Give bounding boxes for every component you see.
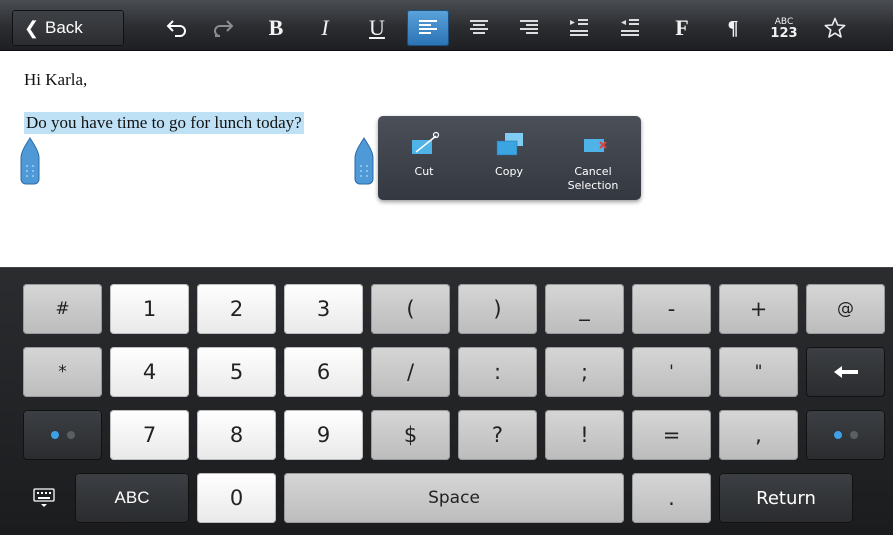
- key-3[interactable]: 3: [284, 284, 363, 334]
- align-center-button[interactable]: [458, 10, 500, 46]
- copy-button[interactable]: Copy: [469, 116, 549, 200]
- page-toggle-left-key[interactable]: [23, 410, 102, 460]
- abc-key[interactable]: ABC: [75, 473, 189, 523]
- cancel-selection-button[interactable]: Cancel Selection: [553, 116, 633, 200]
- key-exclamation[interactable]: !: [545, 410, 624, 460]
- cut-label: Cut: [414, 165, 434, 178]
- indent-button[interactable]: [558, 10, 600, 46]
- align-left-icon: [419, 20, 437, 34]
- undo-icon: [166, 20, 186, 37]
- space-key[interactable]: Space: [284, 473, 624, 523]
- outdent-button[interactable]: [609, 10, 651, 46]
- italic-button[interactable]: I: [304, 10, 346, 46]
- align-right-button[interactable]: [508, 10, 550, 46]
- key-hash[interactable]: #: [23, 284, 102, 334]
- page-toggle-right-key[interactable]: [806, 410, 885, 460]
- keyboard-icon: [33, 488, 55, 507]
- key-asterisk[interactable]: *: [23, 347, 102, 397]
- num-label: 123: [770, 26, 798, 41]
- outdent-icon: [621, 19, 639, 36]
- key-apostrophe[interactable]: ': [632, 347, 711, 397]
- keyboard-hide-key[interactable]: [23, 473, 65, 523]
- key-9[interactable]: 9: [284, 410, 363, 460]
- return-key[interactable]: Return: [719, 473, 853, 523]
- key-dollar[interactable]: $: [371, 410, 450, 460]
- star-icon: [824, 17, 846, 38]
- selected-text[interactable]: Do you have time to go for lunch today?: [24, 112, 304, 134]
- selection-end-handle[interactable]: [351, 136, 377, 186]
- key-5[interactable]: 5: [197, 347, 276, 397]
- key-open-paren[interactable]: (: [371, 284, 450, 334]
- align-right-icon: [520, 20, 538, 34]
- bold-button[interactable]: B: [255, 10, 297, 46]
- paragraph-label: ¶: [727, 16, 739, 39]
- greeting-text: Hi Karla,: [24, 70, 88, 89]
- page-indicator-dots: [50, 431, 75, 439]
- cancel-selection-icon: [584, 139, 607, 152]
- key-comma[interactable]: ,: [719, 410, 798, 460]
- key-period[interactable]: .: [632, 473, 711, 523]
- indent-icon: [570, 19, 588, 36]
- back-button[interactable]: ❮ Back: [12, 10, 124, 46]
- key-4[interactable]: 4: [110, 347, 189, 397]
- backspace-arrow-icon: [833, 366, 858, 378]
- backspace-key[interactable]: [806, 347, 885, 397]
- key-semicolon[interactable]: ;: [545, 347, 624, 397]
- key-2[interactable]: 2: [197, 284, 276, 334]
- cut-icon: [412, 131, 440, 154]
- align-left-button[interactable]: [407, 10, 449, 46]
- underline-label: U: [369, 15, 385, 40]
- key-1[interactable]: 1: [110, 284, 189, 334]
- key-close-paren[interactable]: ): [458, 284, 537, 334]
- key-8[interactable]: 8: [197, 410, 276, 460]
- on-screen-keyboard: # 1 2 3 ( ) _ - + @ * 4 5 6 / : ; ' " 7 …: [0, 267, 893, 535]
- font-button[interactable]: F: [661, 10, 703, 46]
- key-plus[interactable]: +: [719, 284, 798, 334]
- key-colon[interactable]: :: [458, 347, 537, 397]
- key-equals[interactable]: =: [632, 410, 711, 460]
- key-underscore[interactable]: _: [545, 284, 624, 334]
- key-7[interactable]: 7: [110, 410, 189, 460]
- align-center-icon: [470, 20, 488, 34]
- undo-button[interactable]: [156, 10, 198, 46]
- selection-start-handle[interactable]: [17, 136, 43, 186]
- key-question[interactable]: ?: [458, 410, 537, 460]
- page-indicator-dots: [833, 431, 858, 439]
- formatting-toolbar: ❮ Back B I U F ¶ ABC 123: [0, 0, 893, 51]
- redo-button[interactable]: [202, 10, 244, 46]
- copy-icon: [496, 133, 523, 156]
- italic-label: I: [321, 15, 329, 40]
- cut-button[interactable]: Cut: [384, 116, 464, 200]
- font-label: F: [675, 15, 689, 40]
- key-0[interactable]: 0: [197, 473, 276, 523]
- copy-label: Copy: [495, 165, 523, 178]
- cancel-selection-label: Cancel Selection: [567, 165, 619, 192]
- bold-label: B: [268, 15, 284, 40]
- keyboard-mode-button[interactable]: ABC 123: [763, 10, 805, 46]
- key-6[interactable]: 6: [284, 347, 363, 397]
- key-slash[interactable]: /: [371, 347, 450, 397]
- underline-button[interactable]: U: [356, 10, 398, 46]
- key-hyphen[interactable]: -: [632, 284, 711, 334]
- selection-context-menu: Cut Copy Cancel Selection: [378, 116, 641, 200]
- paragraph-button[interactable]: ¶: [712, 10, 754, 46]
- key-at[interactable]: @: [806, 284, 885, 334]
- key-quote[interactable]: ": [719, 347, 798, 397]
- redo-icon: [214, 20, 234, 37]
- back-label: Back: [45, 18, 83, 37]
- chevron-left-icon: ❮: [24, 18, 40, 38]
- favorite-button[interactable]: [814, 10, 856, 46]
